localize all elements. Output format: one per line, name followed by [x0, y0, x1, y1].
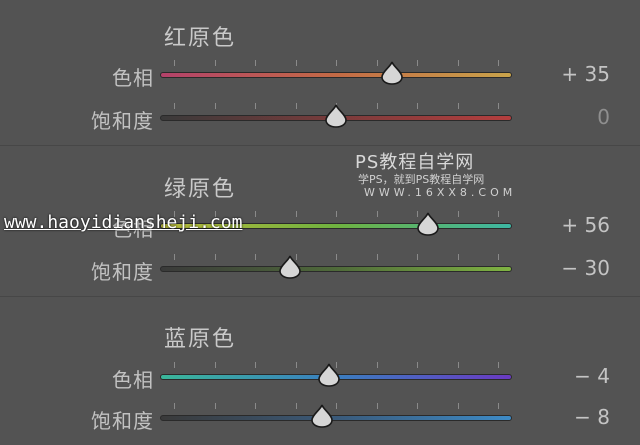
slider-tick — [376, 403, 378, 409]
watermark-url: WWW.16XX8.COM — [364, 186, 517, 199]
slider-tick — [336, 60, 337, 66]
slider-thumb[interactable] — [317, 363, 341, 387]
slider-tick — [214, 403, 216, 409]
green-hue-value[interactable]: + 56 — [561, 213, 610, 237]
slider-tick — [295, 103, 297, 109]
hue-label: 色相 — [112, 368, 154, 392]
slider-track[interactable] — [160, 266, 512, 272]
slider-tick — [498, 103, 499, 109]
slider-tick — [336, 211, 337, 217]
slider-tick — [255, 60, 256, 66]
hue-label: 色相 — [112, 66, 154, 90]
slider-tick — [336, 403, 337, 409]
slider-tick — [417, 60, 418, 66]
saturation-label: 饱和度 — [91, 260, 154, 284]
blue-hue-slider[interactable] — [160, 362, 512, 392]
slider-thumb[interactable] — [380, 61, 404, 85]
slider-tick — [295, 60, 297, 66]
slider-tick — [214, 254, 216, 260]
red-saturation-value[interactable]: 0 — [597, 105, 610, 129]
slider-ticks — [160, 254, 512, 262]
slider-tick — [498, 362, 499, 368]
blue-saturation-slider[interactable] — [160, 403, 512, 433]
slider-tick — [255, 211, 256, 217]
saturation-label: 饱和度 — [91, 109, 154, 133]
slider-tick — [214, 60, 216, 66]
slider-tick — [376, 362, 378, 368]
saturation-label: 饱和度 — [91, 409, 154, 433]
slider-tick — [457, 60, 459, 66]
slider-tick — [255, 362, 256, 368]
slider-track[interactable] — [160, 415, 512, 421]
slider-tick — [376, 254, 378, 260]
slider-tick — [174, 103, 175, 109]
red-hue-value[interactable]: + 35 — [561, 62, 610, 86]
blue-hue-value[interactable]: − 4 — [574, 364, 610, 388]
slider-track[interactable] — [160, 72, 512, 78]
blue-saturation-value[interactable]: − 8 — [574, 405, 610, 429]
slider-ticks — [160, 60, 512, 68]
slider-tick — [376, 60, 378, 66]
slider-tick — [457, 362, 459, 368]
slider-tick — [214, 103, 216, 109]
slider-tick — [498, 403, 499, 409]
slider-tick — [457, 103, 459, 109]
slider-tick — [295, 211, 297, 217]
section-title: 绿原色 — [164, 177, 237, 202]
section-title: 红原色 — [164, 26, 237, 51]
slider-thumb[interactable] — [416, 212, 440, 236]
slider-tick — [376, 211, 378, 217]
section-title: 蓝原色 — [164, 327, 237, 352]
slider-tick — [255, 403, 256, 409]
slider-tick — [457, 403, 459, 409]
slider-tick — [376, 103, 378, 109]
slider-tick — [457, 211, 459, 217]
slider-tick — [417, 362, 418, 368]
slider-tick — [417, 103, 418, 109]
slider-tick — [174, 403, 175, 409]
slider-tick — [295, 362, 297, 368]
section-divider — [0, 145, 640, 146]
red-saturation-slider[interactable] — [160, 103, 512, 133]
slider-thumb[interactable] — [324, 104, 348, 128]
slider-tick — [336, 254, 337, 260]
slider-thumb[interactable] — [278, 255, 302, 279]
slider-tick — [498, 254, 499, 260]
slider-tick — [174, 254, 175, 260]
section-divider — [0, 296, 640, 297]
slider-ticks — [160, 403, 512, 411]
slider-thumb[interactable] — [310, 404, 334, 428]
slider-tick — [295, 403, 297, 409]
slider-tick — [214, 362, 216, 368]
green-saturation-value[interactable]: − 30 — [561, 256, 610, 280]
slider-tick — [498, 60, 499, 66]
red-hue-slider[interactable] — [160, 60, 512, 90]
slider-tick — [417, 403, 418, 409]
watermark-overlay-url: www.haoyidiansheji.com — [4, 212, 243, 233]
slider-tick — [417, 254, 418, 260]
slider-tick — [255, 254, 256, 260]
watermark-tagline: 学PS，就到PS教程自学网 — [358, 173, 485, 186]
slider-tick — [255, 103, 256, 109]
slider-tick — [174, 60, 175, 66]
slider-tick — [498, 211, 499, 217]
green-saturation-slider[interactable] — [160, 254, 512, 284]
slider-tick — [174, 362, 175, 368]
slider-tick — [457, 254, 459, 260]
